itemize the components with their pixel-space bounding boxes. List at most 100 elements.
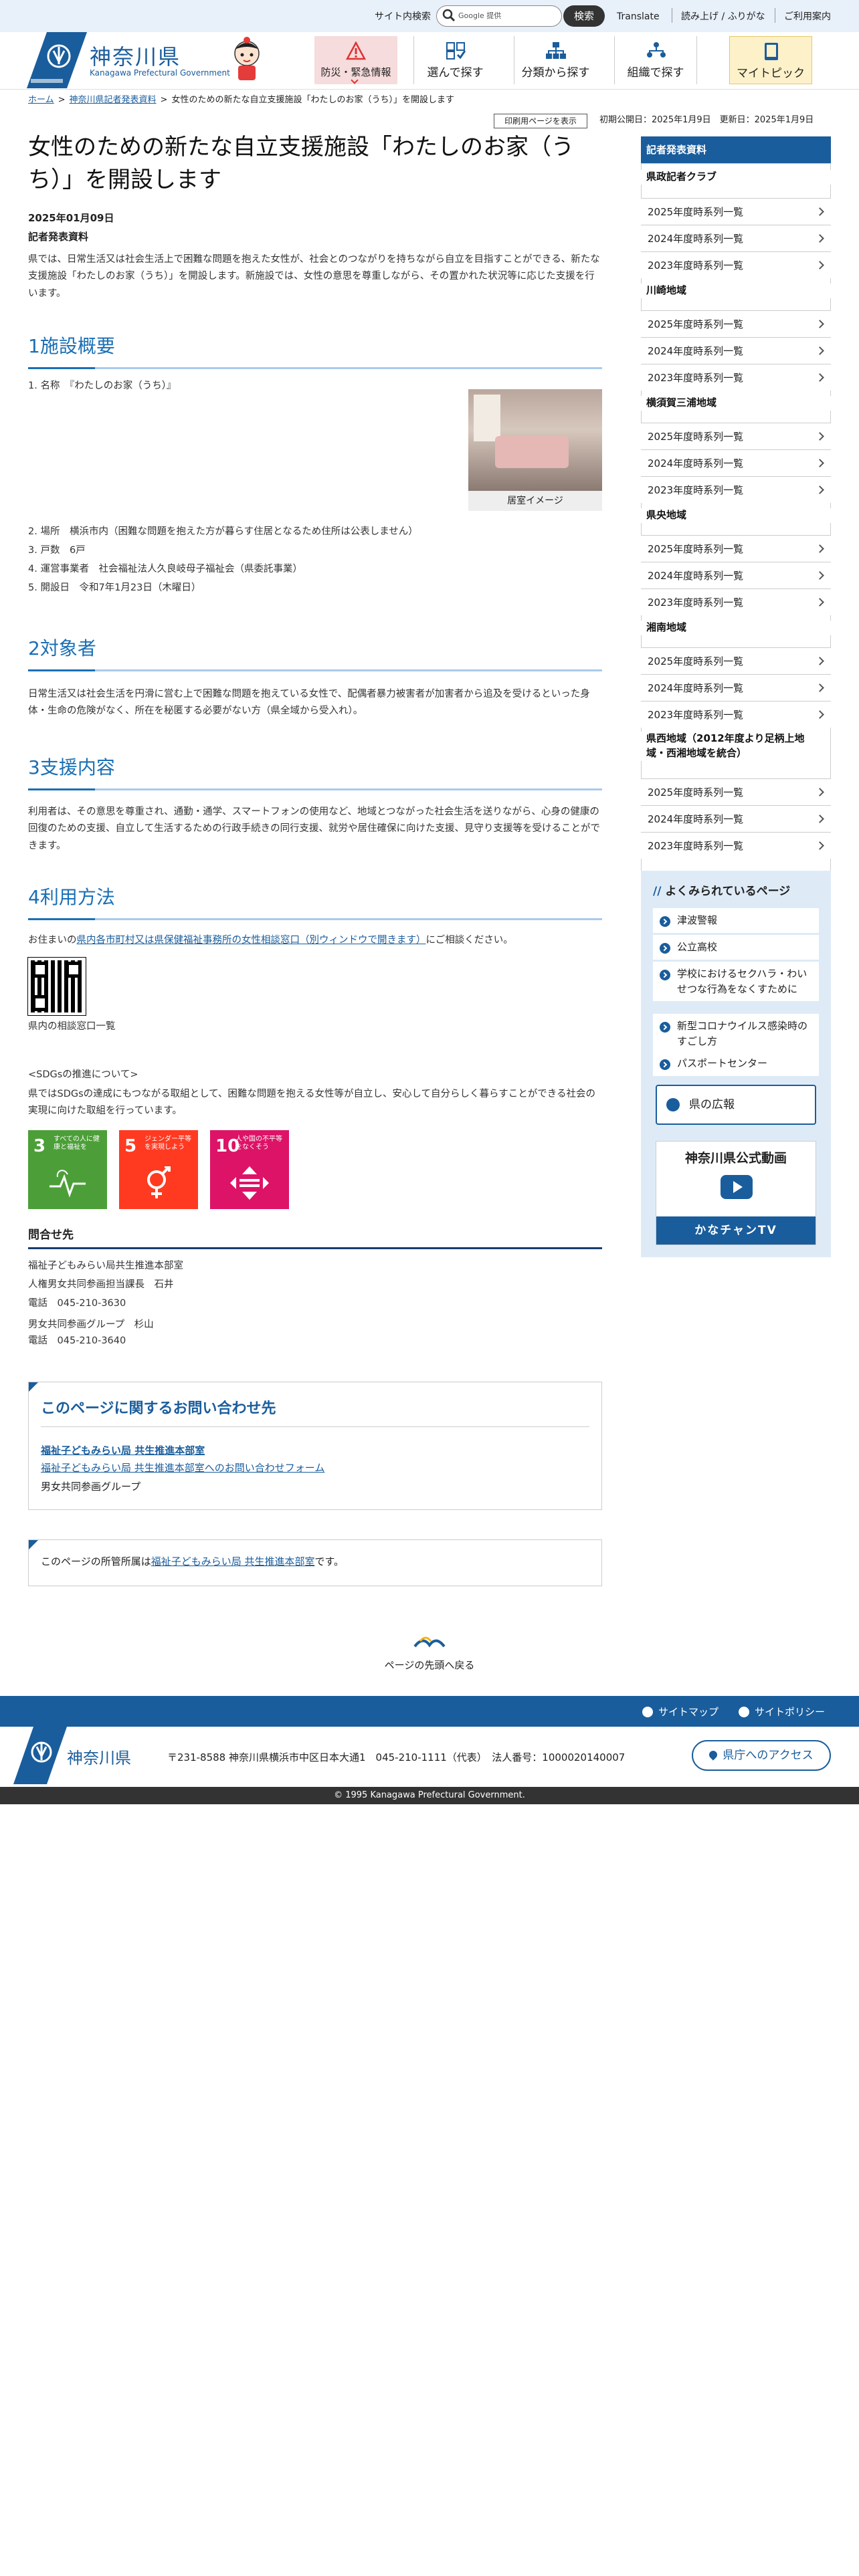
inquiry-group: 男女共同参画グループ (41, 1481, 141, 1493)
room-image (468, 389, 602, 491)
sidebar-item[interactable]: 2025年度時系列一覧 (641, 310, 831, 337)
kanagawa-logo-mark (13, 1727, 67, 1784)
sidebar-item[interactable]: 2023年度時系列一覧 (641, 701, 831, 728)
facility-item-location: 2. 場所 横浜市内（困難な問題を抱えた方が暮らす住居となるため住所は公表しませ… (28, 526, 418, 537)
nav-choose-search[interactable]: 選んで探す (413, 36, 496, 84)
sidebar-group-title: 湘南地域 (641, 621, 831, 635)
nav-label: 組織で探す (627, 66, 684, 80)
sidebar-item[interactable]: 2023年度時系列一覧 (641, 476, 831, 503)
footer-sitemap-link[interactable]: サイトマップ (642, 1704, 719, 1720)
popular-page-link[interactable]: パスポートセンター (653, 1051, 819, 1076)
contact-phone-1: 電話 045-210-3630 (28, 1298, 126, 1309)
prefecture-pr-button[interactable]: 県の広報 (656, 1085, 816, 1125)
section-heading-support: 3支援内容 (28, 753, 602, 790)
site-logo-subtitle: Kanagawa Prefectural Government (90, 68, 230, 78)
arrow-circle-icon (739, 1707, 749, 1717)
facility-item-opening: 5. 開設日 令和7年1月23日（木曜日） (28, 582, 201, 593)
sidebar-item[interactable]: 2024年度時系列一覧 (641, 449, 831, 476)
tablet-icon (765, 43, 778, 60)
access-button[interactable]: 県庁へのアクセス (692, 1740, 831, 1771)
footer-link-bar: サイトマップ サイトポリシー (0, 1696, 859, 1727)
publish-dates: 初期公開日：2025年1月9日 更新日：2025年1月9日 (599, 115, 814, 125)
sdg-goal-10-icon: 10 人や国の不平等をなくそう (210, 1130, 289, 1209)
video-banner-title: 神奈川県公式動画 (684, 1151, 787, 1166)
kanagawa-logo-mark[interactable] (27, 32, 87, 88)
article-date: 2025年01月09日 (28, 212, 114, 224)
sidebar-heading: 記者発表資料 (641, 136, 831, 163)
usage-guide-link[interactable]: ご利用案内 (784, 9, 831, 24)
sidebar-item[interactable]: 2024年度時系列一覧 (641, 337, 831, 364)
footer-address: 〒231-8588 神奈川県横浜市中区日本大通1 045-210-1111（代表… (167, 1751, 626, 1763)
sidebar-item[interactable]: 2025年度時系列一覧 (641, 423, 831, 449)
owner-box: このページの所管所属は福祉子どもみらい局 共生推進本部室です。 (28, 1539, 602, 1586)
popular-pages-panel: //よくみられているページ 津波警報 公立高校 学校におけるセクハラ・わいせつな… (641, 871, 831, 1257)
popular-page-link[interactable]: 公立高校 (653, 935, 819, 960)
sidebar-item[interactable]: 2025年度時系列一覧 (641, 535, 831, 562)
sidebar-item[interactable]: 2024年度時系列一覧 (641, 674, 831, 701)
print-page-button[interactable]: 印刷用ページを表示 (494, 114, 587, 128)
search-input[interactable]: Google 提供 (436, 5, 562, 27)
read-aloud-link[interactable]: 読み上げ / ふりがな (681, 9, 765, 24)
contact-heading: 問合せ先 (28, 1226, 602, 1250)
sidebar-item[interactable]: 2024年度時系列一覧 (641, 225, 831, 251)
search-icon (442, 9, 456, 22)
inquiry-form-link[interactable]: 福祉子どもみらい局 共生推進本部室へのお問い合わせフォーム (41, 1460, 324, 1476)
popular-page-link[interactable]: 津波警報 (653, 908, 819, 933)
nav-emergency-info[interactable]: 防災・緊急情報 (314, 36, 397, 84)
arrow-circle-icon (660, 943, 670, 954)
sidebar-item[interactable]: 2024年度時系列一覧 (641, 562, 831, 588)
sdg-goal-3-icon: 3 すべての人に健康と福祉を (28, 1130, 107, 1209)
contact-manager: 人権男女共同参画担当課長 石井 (28, 1279, 174, 1290)
sidebar-item[interactable]: 2024年度時系列一覧 (641, 805, 831, 832)
breadcrumb: ホーム > 神奈川県記者発表資料 > 女性のための新たな自立支援施設「わたしのお家（うち… (28, 95, 454, 105)
seagull-icon (413, 1636, 446, 1648)
sidebar-item[interactable]: 2023年度時系列一覧 (641, 364, 831, 391)
map-pin-icon (707, 1749, 719, 1761)
consultation-window-link[interactable]: 県内各市町村又は県保健福祉事務所の女性相談窓口（別ウィンドウで開きます） (77, 935, 426, 946)
section-heading-usage: 4利用方法 (28, 883, 602, 920)
arrow-circle-icon (666, 1098, 680, 1111)
inquiry-dept-link[interactable]: 福祉子どもみらい局 共生推進本部室 (41, 1442, 205, 1459)
breadcrumb-press-releases[interactable]: 神奈川県記者発表資料 (70, 95, 157, 105)
sdgs-heading: <SDGsの推進について> (28, 1069, 138, 1080)
sidebar-item[interactable]: 2023年度時系列一覧 (641, 832, 831, 859)
sidebar-group-title: 県政記者クラブ (641, 170, 831, 185)
sidebar-item[interactable]: 2023年度時系列一覧 (641, 588, 831, 615)
owner-dept-link[interactable]: 福祉子どもみらい局 共生推進本部室 (151, 1555, 315, 1568)
main-content: 女性のための新たな自立支援施設「わたしのお家（うち）」を開設します 2025年0… (27, 131, 602, 1586)
facility-item-units: 3. 戸数 6戸 (28, 545, 86, 556)
nav-category-search[interactable]: 分類から探す (514, 36, 597, 84)
target-text: 日常生活又は社会生活を円滑に営む上で困難な問題を抱えている女性で、配偶者暴力被害… (28, 689, 590, 717)
section-heading-facility: 1施設概要 (28, 332, 602, 369)
back-to-top-link[interactable]: ページの先頭へ戻る (376, 1632, 483, 1673)
nav-my-topic[interactable]: マイトピック (729, 36, 812, 84)
translate-link[interactable]: Translate (617, 9, 660, 24)
popular-page-link[interactable]: 学校におけるセクハラ・わいせつな行為をなくすために (653, 962, 819, 1001)
play-icon (721, 1175, 753, 1199)
support-text: 利用者は、その意思を尊重され、通勤・通学、スマートフォンの使用など、地域とつなが… (28, 807, 601, 851)
facility-item-name: 1. 名称 『わたしのお家（うち）』 (28, 381, 177, 391)
arrow-circle-icon (660, 916, 670, 927)
inquiry-box: このページに関するお問い合わせ先 福祉子どもみらい局 共生推進本部室 福祉子ども… (28, 1382, 602, 1510)
section-heading-target: 2対象者 (28, 634, 602, 671)
popular-page-link[interactable]: 新型コロナウイルス感染時のすごし方 (653, 1014, 819, 1053)
contact-phone-2: 電話 045-210-3640 (28, 1335, 126, 1346)
organization-icon (647, 42, 666, 58)
footer: 神奈川県 〒231-8588 神奈川県横浜市中区日本大通1 045-210-11… (0, 1727, 859, 1787)
sidebar-item[interactable]: 2025年度時系列一覧 (641, 647, 831, 674)
site-header: 神奈川県 Kanagawa Prefectural Government 防災・… (0, 32, 859, 90)
sidebar-item[interactable]: 2025年度時系列一覧 (641, 198, 831, 225)
search-placeholder: Google 提供 (458, 11, 502, 20)
official-video-banner[interactable]: 神奈川県公式動画 かなチャンTV (656, 1141, 816, 1245)
breadcrumb-home[interactable]: ホーム (28, 95, 54, 105)
nav-label: マイトピック (737, 67, 805, 80)
search-button[interactable]: 検索 (563, 5, 605, 27)
nav-organization-search[interactable]: 組織で探す (614, 36, 697, 84)
sidebar-group-title: 川崎地域 (641, 284, 831, 298)
sidebar-item[interactable]: 2023年度時系列一覧 (641, 251, 831, 278)
arrow-circle-icon (660, 1059, 670, 1070)
footer-policy-link[interactable]: サイトポリシー (739, 1704, 825, 1720)
sidebar-item[interactable]: 2025年度時系列一覧 (641, 778, 831, 805)
popular-pages-title: //よくみられているページ (653, 885, 791, 898)
room-image-caption: 居室イメージ (468, 491, 602, 511)
